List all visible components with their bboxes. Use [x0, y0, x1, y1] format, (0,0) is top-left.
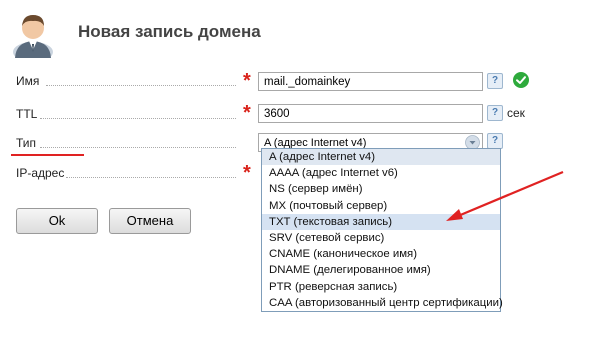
type-leader — [40, 147, 236, 148]
name-label: Имя — [16, 74, 40, 88]
valid-check-icon — [513, 72, 529, 88]
page-title: Новая запись домена — [78, 22, 261, 41]
dropdown-option-cname[interactable]: CNAME (каноническое имя) — [262, 246, 500, 262]
cancel-button[interactable]: Отмена — [109, 208, 191, 234]
ip-label: IP-адрес — [16, 166, 65, 180]
annotation-underline — [11, 154, 84, 156]
user-avatar-icon — [13, 15, 53, 58]
dropdown-option-ptr[interactable]: PTR (реверсная запись) — [262, 279, 500, 295]
ttl-required-mark: * — [243, 102, 251, 124]
type-help-button[interactable]: ? — [487, 133, 503, 149]
dropdown-option-dname[interactable]: DNAME (делегированное имя) — [262, 262, 500, 278]
type-label: Тип — [16, 136, 37, 150]
annotation-arrow-icon — [446, 170, 564, 221]
name-input[interactable]: mail._domainkey — [258, 72, 483, 91]
dropdown-option-srv[interactable]: SRV (сетевой сервис) — [262, 230, 500, 246]
name-leader — [46, 85, 236, 86]
name-help-button[interactable]: ? — [487, 73, 503, 89]
ip-required-mark: * — [243, 162, 251, 184]
name-required-mark: * — [243, 70, 251, 92]
dropdown-option-a[interactable]: A (адрес Internet v4) — [262, 149, 500, 166]
ip-leader — [66, 177, 236, 178]
dropdown-option-caa[interactable]: CAA (авторизованный центр сертификации) — [262, 295, 503, 311]
ttl-label: TTL — [16, 107, 38, 121]
ttl-input[interactable]: 3600 — [258, 104, 483, 123]
ttl-help-button[interactable]: ? — [487, 105, 503, 121]
ttl-leader — [40, 118, 236, 119]
ok-button[interactable]: Ok — [16, 208, 98, 234]
ttl-unit: сек — [507, 106, 525, 120]
